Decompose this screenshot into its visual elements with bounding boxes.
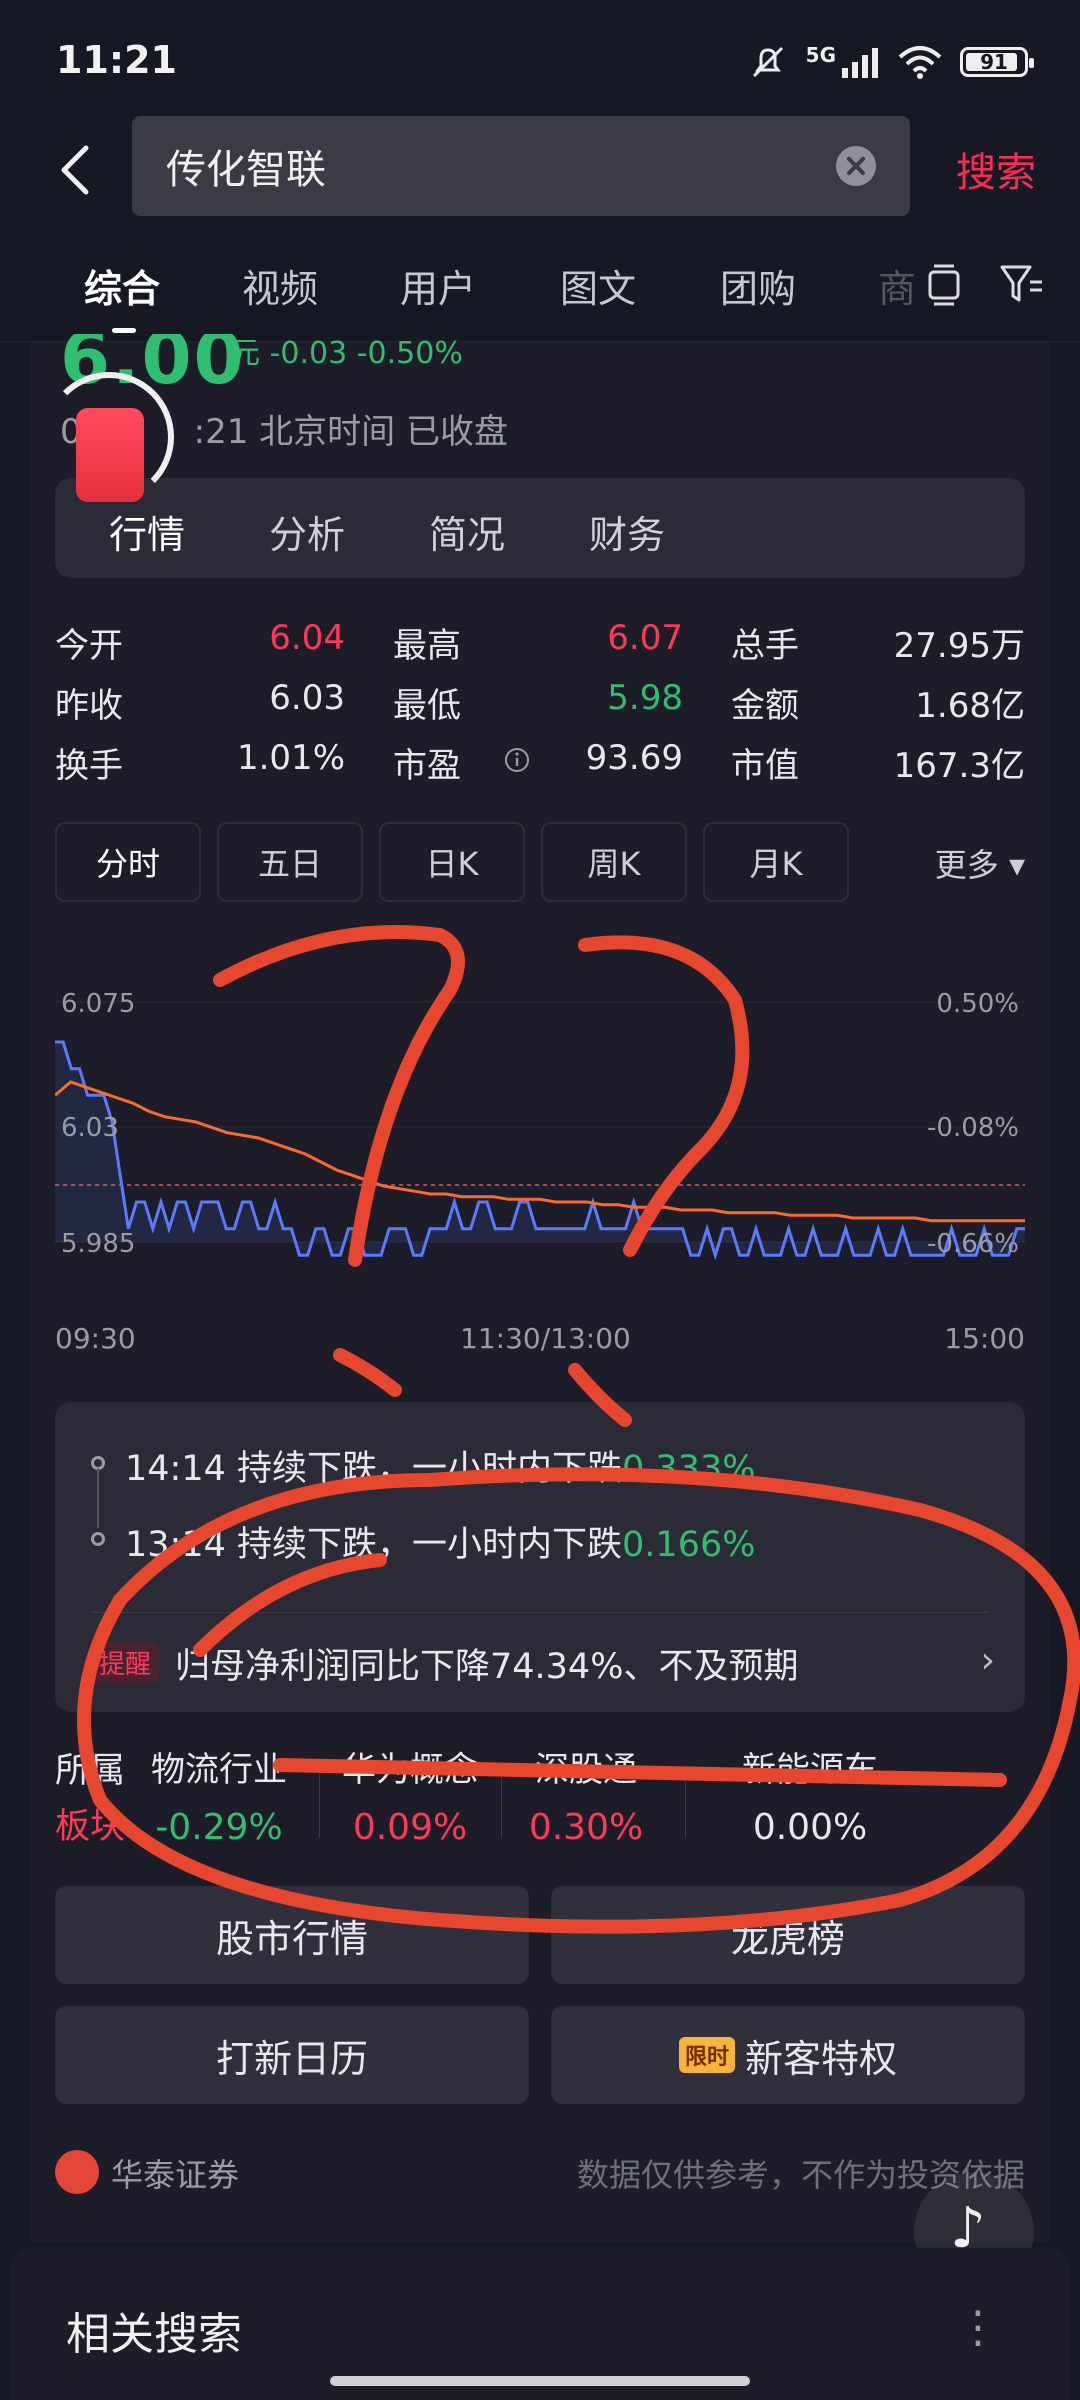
- period-intraday[interactable]: 分时: [55, 822, 201, 902]
- stat-market-cap: 167.3亿: [893, 746, 1025, 786]
- market-quotes-button[interactable]: 股市行情: [55, 1886, 529, 1984]
- divider: [319, 1772, 320, 1838]
- huatai-logo: [55, 2150, 99, 2194]
- search-input[interactable]: [166, 136, 806, 196]
- divider: [685, 1772, 686, 1838]
- tab-group-buy[interactable]: 团购: [720, 258, 796, 313]
- alert-item[interactable]: 14:14 持续下跌，一小时内下跌0.333%: [125, 1440, 756, 1491]
- period-5day[interactable]: 五日: [217, 822, 363, 902]
- reminder-badge: 提醒: [91, 1642, 160, 1683]
- status-bar: 11:21 5G 91: [0, 0, 1080, 110]
- stat-open: 6.04: [269, 618, 345, 658]
- sector-label: 所属: [55, 1751, 126, 1791]
- wifi-icon: [898, 46, 942, 79]
- battery-icon: 91: [960, 47, 1034, 77]
- quote-subtabs: 行情 分析 简况 财务: [55, 478, 1025, 578]
- period-selector: 分时 五日 日K 周K 月K 更多 ▾: [55, 822, 1025, 902]
- tab-users[interactable]: 用户: [400, 258, 476, 313]
- tab-indicator: [112, 328, 136, 333]
- subtab-profile[interactable]: 简况: [429, 504, 505, 559]
- tab-posts[interactable]: 图文: [560, 258, 636, 313]
- chevron-right-icon[interactable]: ›: [981, 1640, 995, 1681]
- x-label-midday: 11:30/13:00: [460, 1322, 631, 1355]
- sector-shenzhen-connect[interactable]: 深股通 0.30%: [501, 1742, 671, 1848]
- alerts-panel: 14:14 持续下跌，一小时内下跌0.333% 13:14 持续下跌，一小时内下…: [55, 1402, 1025, 1712]
- dragon-tiger-list-button[interactable]: 龙虎榜: [551, 1886, 1025, 1984]
- sector-huawei[interactable]: 华为概念 0.09%: [325, 1742, 495, 1848]
- sector-logistics[interactable]: 物流行业 -0.29%: [119, 1742, 319, 1848]
- more-options-icon[interactable]: ⋮: [956, 2302, 1000, 2353]
- stat-prev-close: 6.03: [269, 678, 345, 718]
- search-header: 搜索: [0, 110, 1080, 230]
- back-arrow-icon[interactable]: [52, 140, 102, 200]
- subtab-analysis[interactable]: 分析: [269, 504, 345, 559]
- stat-high: 6.07: [607, 618, 683, 658]
- sector-label: 板块: [55, 1807, 126, 1847]
- subtab-quote[interactable]: 行情: [109, 504, 185, 559]
- signal-icon: [842, 48, 878, 78]
- x-label-open: 09:30: [55, 1322, 136, 1355]
- y-pct-mid: -0.08%: [927, 1113, 1019, 1143]
- quote-stats: 今开 6.04 最高 6.07 总手 27.95万 昨收 6.03 最低 5.9…: [55, 612, 1025, 792]
- home-indicator[interactable]: [330, 2376, 750, 2386]
- alert-item[interactable]: 13:14 持续下跌，一小时内下跌0.166%: [125, 1516, 756, 1567]
- clear-icon[interactable]: [836, 146, 876, 186]
- filter-icon[interactable]: [1000, 264, 1044, 304]
- intraday-chart[interactable]: 6.075 6.03 5.985 0.50% -0.08% -0.66%: [55, 942, 1025, 1302]
- y-label-high: 6.075: [61, 989, 135, 1019]
- more-periods-button[interactable]: 更多 ▾: [935, 840, 1025, 886]
- broker-name: 华泰证券: [111, 2156, 240, 2194]
- limited-time-badge: 限时: [678, 2037, 735, 2073]
- sector-nev[interactable]: 新能源车 0.00%: [695, 1742, 925, 1848]
- tab-shop[interactable]: 商: [878, 258, 916, 313]
- y-pct-low: -0.66%: [927, 1229, 1019, 1259]
- price-area: [55, 1042, 1025, 1256]
- stock-card: 6.00 元 -0.03 -0.50% 0:21 北京时间 已收盘 行情 分析 …: [30, 334, 1050, 2242]
- search-box[interactable]: [132, 116, 910, 216]
- y-label-mid: 6.03: [61, 1113, 119, 1143]
- period-daily-k[interactable]: 日K: [379, 822, 525, 902]
- tab-video[interactable]: 视频: [242, 258, 318, 313]
- mute-bell-icon: [752, 46, 783, 78]
- divider: [91, 1612, 989, 1613]
- data-provider-footer: 华泰证券 数据仅供参考，不作为投资依据: [55, 2140, 1025, 2200]
- reminder-text[interactable]: 归母净利润同比下降74.34%、不及预期: [175, 1638, 798, 1689]
- stat-low: 5.98: [607, 678, 683, 718]
- tab-comprehensive[interactable]: 综合: [84, 258, 160, 313]
- chevron-down-icon: ▾: [1008, 846, 1025, 884]
- stat-turnover: 1.01%: [236, 738, 345, 778]
- search-button[interactable]: 搜索: [956, 140, 1036, 198]
- subtab-finance[interactable]: 财务: [589, 504, 665, 559]
- period-weekly-k[interactable]: 周K: [541, 822, 687, 902]
- ipo-calendar-button[interactable]: 打新日历: [55, 2006, 529, 2104]
- stat-amount: 1.68亿: [915, 686, 1025, 726]
- status-icons: 5G 91: [748, 42, 1034, 82]
- y-pct-high: 0.50%: [936, 989, 1019, 1019]
- timeline-dot: [91, 1532, 105, 1546]
- average-price-line: [55, 1080, 1025, 1223]
- y-label-low: 5.985: [61, 1229, 135, 1259]
- timeline-line: [97, 1468, 99, 1528]
- stat-volume: 27.95万: [893, 626, 1025, 666]
- result-tabs: 综合 视频 用户 图文 团购 商: [0, 232, 1080, 342]
- layout-toggle-icon[interactable]: [924, 262, 964, 308]
- red-packet-icon[interactable]: [44, 372, 174, 512]
- new-customer-privilege-button[interactable]: 限时 新客特权: [551, 2006, 1025, 2104]
- clock: 11:21: [56, 38, 177, 82]
- related-search-title: 相关搜索: [66, 2309, 242, 2360]
- stat-pe: 93.69: [585, 738, 683, 778]
- period-monthly-k[interactable]: 月K: [703, 822, 849, 902]
- sector-list: 所属 板块 物流行业 -0.29% 华为概念 0.09% 深股通 0.30% 新能源车…: [55, 1742, 1025, 1862]
- x-label-close: 15:00: [944, 1322, 1025, 1355]
- network-type: 5G: [805, 43, 836, 67]
